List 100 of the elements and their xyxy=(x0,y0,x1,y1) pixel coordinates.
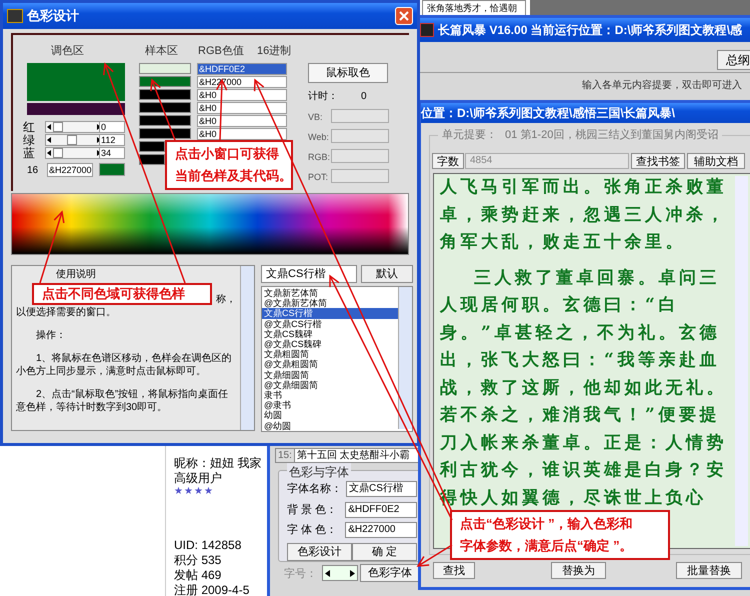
slider-thumb[interactable] xyxy=(52,148,63,158)
slider-thumb[interactable] xyxy=(66,135,77,145)
sample-swatch[interactable] xyxy=(139,154,165,165)
outline-button[interactable]: 总纲 xyxy=(717,50,750,70)
window-text: 张角落地秀才，恰遇朝 xyxy=(427,3,517,13)
count-field: 4854 xyxy=(465,153,629,169)
output-field[interactable] xyxy=(331,109,389,123)
input-field[interactable]: &HDFF0E2 xyxy=(345,502,417,518)
code-field[interactable]: &H0 xyxy=(197,102,287,114)
font-list-item[interactable]: 文鼎粗圆简 xyxy=(262,349,398,360)
sample-swatch[interactable] xyxy=(139,128,191,139)
star-icon: ★ xyxy=(204,486,213,498)
output-label: Web: xyxy=(308,131,329,144)
output-field[interactable] xyxy=(331,149,389,163)
dialog-button[interactable]: 确 定 xyxy=(352,542,417,560)
size-spinner[interactable] xyxy=(322,565,358,581)
code-field[interactable]: &H0 xyxy=(197,89,287,101)
column-header: RGB色值 xyxy=(198,44,244,59)
slider-thumb[interactable] xyxy=(52,122,63,132)
app-icon xyxy=(7,9,23,23)
star-icon: ★ xyxy=(194,486,203,498)
sample-swatch[interactable] xyxy=(139,76,191,87)
font-list-item[interactable]: @文鼎新艺体简 xyxy=(262,298,398,308)
font-list-item[interactable]: @幼圆 xyxy=(262,420,398,431)
callout-text: 点击不同色域可获得色样 xyxy=(42,286,186,302)
chapter-row[interactable]: 15: 第十五回 太史慈酣斗小霸 xyxy=(275,448,421,463)
sample-swatch[interactable] xyxy=(139,63,191,74)
output-label: VB: xyxy=(308,111,323,124)
scrollbar[interactable] xyxy=(735,176,748,546)
font-list-item[interactable]: @文鼎CS行楷 xyxy=(262,318,398,329)
font-list-item[interactable]: @文鼎细圆简 xyxy=(262,380,398,390)
output-label: POT: xyxy=(308,171,328,184)
column-header: 样本区 xyxy=(145,44,178,59)
font-list-item[interactable]: 文鼎细圆简 xyxy=(262,370,398,380)
hex-field[interactable]: &H227000 xyxy=(47,163,93,177)
code-field[interactable]: &HDFF0E2 xyxy=(197,63,287,75)
output-field[interactable] xyxy=(331,129,389,143)
help-title: 使用说明 xyxy=(55,268,97,281)
toolbar-button[interactable]: 查找 xyxy=(433,562,475,579)
sample-swatch[interactable] xyxy=(139,141,165,152)
font-list-item[interactable]: 隶书 xyxy=(262,390,398,400)
chapter-number: 15: xyxy=(276,449,295,462)
close-button[interactable] xyxy=(395,7,413,25)
font-list-item[interactable]: @隶书 xyxy=(262,400,398,410)
input-field[interactable]: &H227000 xyxy=(345,522,417,538)
font-list-item[interactable]: 文鼎新艺体简 xyxy=(262,288,398,298)
field-label: 字体名称： xyxy=(287,482,342,497)
output-field[interactable] xyxy=(331,169,389,183)
bookmark-button[interactable]: 查找书签 xyxy=(631,153,685,169)
left-arrow-icon xyxy=(325,570,330,576)
dialog-button[interactable]: 色彩设计 xyxy=(287,542,352,560)
font-list-item[interactable]: 幼圆 xyxy=(262,410,398,421)
callout-text: 点击“色彩设计 ”，输入色彩和 xyxy=(460,516,634,532)
code-field[interactable]: &H0 xyxy=(197,128,287,140)
summary-text: 01 第1-20回，桃园三结义到董国舅内阁受诏 xyxy=(505,128,718,143)
field-label: 字 体 色： xyxy=(287,522,338,538)
help-paragraph: 称， xyxy=(216,293,236,306)
count-button[interactable]: 字数 xyxy=(432,153,464,169)
channel-label: 蓝 xyxy=(23,147,35,160)
help-paragraph: 2、点击“鼠标取色”按钮，将鼠标指向桌面任意色样，等待计时数字到30即可。 xyxy=(16,388,230,414)
value-field[interactable]: 112 xyxy=(99,134,125,146)
font-list-item[interactable]: 文鼎CS魏碑 xyxy=(262,328,398,340)
field-label: 背 景 色： xyxy=(287,502,338,518)
column-header: 调色区 xyxy=(51,44,84,59)
sample-swatch[interactable] xyxy=(139,115,191,126)
scrollbar[interactable] xyxy=(398,287,412,429)
left-arrow-icon xyxy=(47,137,51,143)
docs-button[interactable]: 辅助文档 xyxy=(687,153,745,169)
help-paragraph: 1、将鼠标在色谱区移动，色样会在调色区的小色方上同步显示，满意时点击鼠标即可。 xyxy=(16,352,233,378)
value-field[interactable]: 0 xyxy=(99,121,125,133)
pick-color-button[interactable]: 鼠标取色 xyxy=(308,63,388,83)
font-field[interactable]: 文鼎CS行楷 xyxy=(261,265,357,283)
size-label: 字号： xyxy=(284,566,317,582)
stat-text: UID: 142858 xyxy=(174,538,242,553)
output-label: RGB: xyxy=(308,151,330,164)
color-font-button[interactable]: 色彩字体 xyxy=(360,564,420,582)
timer-value: 0 xyxy=(361,90,367,104)
color-spectrum[interactable] xyxy=(11,193,409,255)
font-list-item[interactable]: @文鼎CS魏碑 xyxy=(262,339,398,350)
scrollbar[interactable] xyxy=(240,266,254,430)
stat-text: 注册 2009-4-5 xyxy=(174,583,250,596)
app-icon xyxy=(420,23,434,37)
default-button[interactable]: 默认 xyxy=(361,265,413,283)
help-paragraph: 以便选择需要的窗口。 xyxy=(16,306,117,319)
input-field[interactable]: 文鼎CS行楷 xyxy=(346,481,417,498)
channel-label: 红 xyxy=(23,121,35,134)
sample-swatch[interactable] xyxy=(139,102,191,113)
chapter-title: 第十五回 太史慈酣斗小霸 xyxy=(296,449,410,462)
font-list-item[interactable]: @文鼎粗圆简 xyxy=(262,359,398,370)
right-arrow-icon xyxy=(350,570,355,576)
toolbar-button[interactable]: 替换为 xyxy=(551,562,606,579)
window-title: 长篇风暴 V16.00 当前运行位置：D:\师爷系列图文教程\感 xyxy=(438,22,742,39)
left-arrow-icon xyxy=(47,124,51,130)
toolbar-button[interactable]: 批量替换 xyxy=(676,562,742,579)
window-title: 色彩设计 xyxy=(27,7,80,26)
stat-text: 发帖 469 xyxy=(174,568,222,583)
sample-swatch[interactable] xyxy=(139,89,191,100)
value-field[interactable]: 34 xyxy=(99,147,125,159)
font-list-item[interactable]: 文鼎CS行楷 xyxy=(262,308,398,319)
code-field[interactable]: &H0 xyxy=(197,115,287,127)
